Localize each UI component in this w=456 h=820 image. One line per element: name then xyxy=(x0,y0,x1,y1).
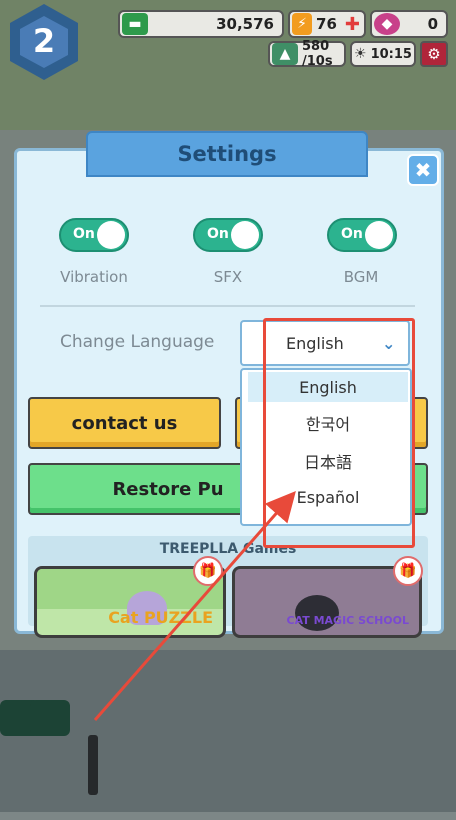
annotation-arrow xyxy=(93,490,296,721)
